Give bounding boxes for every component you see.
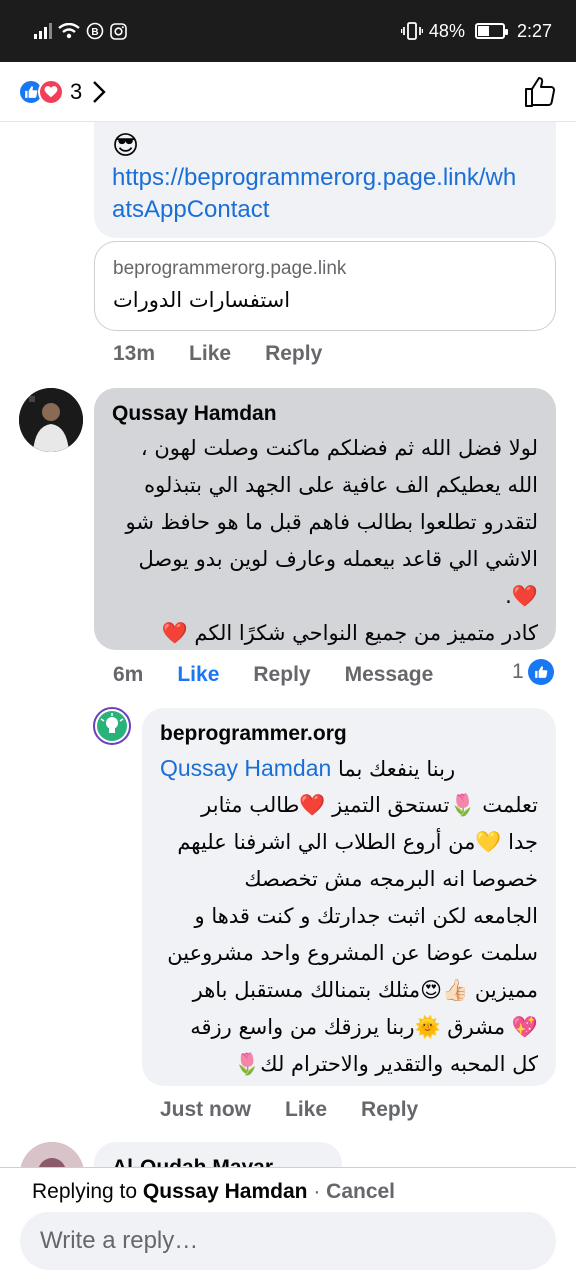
link-preview-title: استفسارات الدورات xyxy=(113,288,291,312)
cancel-reply-button[interactable]: Cancel xyxy=(326,1180,395,1203)
replying-to-prefix: Replying to xyxy=(32,1180,143,1203)
svg-text:B: B xyxy=(91,27,98,38)
comment-line: كل المحبه والتقدير والاحترام لك🌷 xyxy=(234,1052,538,1076)
comment-line: لولا فضل الله ثم فضلكم ماكنت وصلت لهون ، xyxy=(140,436,538,460)
reply-composer: Replying to Qussay Hamdan · Cancel Write… xyxy=(0,1167,576,1280)
reply-text: تعلمت 🌷تستحق التميز ❤️طالب مثابر جدا 💛من … xyxy=(148,787,538,1083)
love-reaction-icon xyxy=(38,78,64,105)
comment-bubble[interactable]: 😎 https://beprogrammerorg.page.link/what… xyxy=(94,122,556,238)
comment-line: جدا 💛من أروع الطلاب الي اشرفنا عليهم xyxy=(177,830,538,854)
avatar[interactable] xyxy=(20,1142,84,1167)
chevron-right-icon[interactable] xyxy=(92,80,106,104)
like-count: 1 xyxy=(512,660,524,683)
separator: · xyxy=(307,1180,327,1203)
comment-time: 6m xyxy=(113,663,144,686)
vibrate-icon xyxy=(400,22,423,40)
comment-line: 💖 مشرق 🌞ربنا يرزقك من واسع رزقه xyxy=(190,1015,538,1039)
comment-line: كادر متميز من جميع النواحي شكرًا الكم ❤️ xyxy=(161,621,538,645)
comment-line: تعلمت 🌷تستحق التميز ❤️طالب مثابر xyxy=(201,793,538,817)
comments-list[interactable]: 😎 https://beprogrammerorg.page.link/what… xyxy=(0,122,576,1167)
status-icons-left: B xyxy=(34,22,127,40)
comment-line: سلمت عوضا عن المشروع واحد مشروعين xyxy=(167,941,538,965)
comment-line: خصوصا انه البرمجه مش تخصصك xyxy=(244,867,538,891)
comment-text: لولا فضل الله ثم فضلكم ماكنت وصلت لهون ،… xyxy=(108,430,538,652)
comment-line: الجامعه لكن اثبت جدارتك و كنت قدها و xyxy=(194,904,538,928)
message-button[interactable]: Message xyxy=(345,663,434,687)
battery-percent: 48% xyxy=(428,20,465,41)
clock: 2:27 xyxy=(516,20,552,41)
mention-link[interactable]: Qussay Hamdan xyxy=(160,755,331,781)
reply-actions: Just now Like Reply xyxy=(160,1098,452,1122)
reply-author[interactable]: beprogrammer.org xyxy=(160,722,347,746)
battery-level xyxy=(477,26,490,36)
battery-icon xyxy=(474,23,508,39)
like-button-active[interactable]: Like xyxy=(177,663,219,687)
replying-to-label: Replying to Qussay Hamdan · Cancel xyxy=(32,1180,395,1204)
reply-button[interactable]: Reply xyxy=(253,663,310,687)
thumbs-up-icon[interactable] xyxy=(522,74,558,110)
reaction-summary[interactable]: 3 xyxy=(18,78,106,105)
comment-author[interactable]: Qussay Hamdan xyxy=(112,402,277,426)
link-preview-card[interactable]: beprogrammerorg.page.link استفسارات الدو… xyxy=(94,241,556,331)
reaction-count: 3 xyxy=(70,78,83,104)
comment-line: لتقدرو تطلعوا بطالب فاهم قبل ما هو حافظ … xyxy=(125,510,538,534)
like-reaction-icon xyxy=(527,659,554,685)
status-icons-right: 48% 2:27 xyxy=(400,20,552,42)
comment-time: 13m xyxy=(113,342,156,365)
comment-line: مميزين 👍🏻😍مثلك بتمنالك مستقبل باهر xyxy=(192,978,538,1002)
reply-input[interactable]: Write a reply… xyxy=(20,1212,556,1270)
reply-bubble[interactable]: beprogrammer.org Qussay Hamdan ربنا ينفع… xyxy=(142,708,556,1086)
like-button[interactable]: Like xyxy=(189,342,231,366)
comment-bubble[interactable]: Al-Qudah Mayar xyxy=(94,1142,342,1167)
comment-like-count[interactable]: 1 xyxy=(512,659,554,685)
sunglasses-emoji: 😎 xyxy=(112,130,140,160)
reply-button[interactable]: Reply xyxy=(265,342,322,366)
comment-actions: 13m Like Reply xyxy=(113,342,356,366)
link-preview-domain: beprogrammerorg.page.link xyxy=(113,258,347,279)
signal-icon xyxy=(34,23,52,39)
page-avatar[interactable] xyxy=(93,707,131,745)
reply-input-placeholder: Write a reply… xyxy=(40,1227,199,1254)
status-bar: B 48% 2:27 xyxy=(0,0,576,62)
replying-to-name: Qussay Hamdan xyxy=(142,1180,308,1203)
comment-line: الله يعطيكم الف عافية على الجهد الي بتبذ… xyxy=(144,473,538,497)
comment-actions: 6m Like Reply Message xyxy=(113,663,467,687)
reply-button[interactable]: Reply xyxy=(361,1098,418,1122)
b-badge-icon: B xyxy=(86,22,104,40)
comment-author[interactable]: Al-Qudah Mayar xyxy=(112,1156,273,1167)
reply-first-text: ربنا ينفعك بما xyxy=(338,757,456,781)
comment-line: ❤️. xyxy=(505,584,538,608)
reactions-header: 3 xyxy=(0,62,576,122)
wifi-icon xyxy=(58,23,80,39)
reply-first-line: Qussay Hamdan ربنا ينفعك بما xyxy=(160,750,540,788)
comment-bubble-selected[interactable]: Qussay Hamdan لولا فضل الله ثم فضلكم ماك… xyxy=(94,388,556,650)
like-button[interactable]: Like xyxy=(285,1098,327,1122)
comment-link[interactable]: https://beprogrammerorg.page.link/whatsA… xyxy=(112,162,522,226)
comment-line: الاشي الي قاعد بيعمله وعارف لوين بدو يوص… xyxy=(138,547,538,571)
instagram-icon xyxy=(110,22,127,40)
avatar[interactable] xyxy=(19,388,83,452)
reply-time: Just now xyxy=(160,1098,252,1121)
